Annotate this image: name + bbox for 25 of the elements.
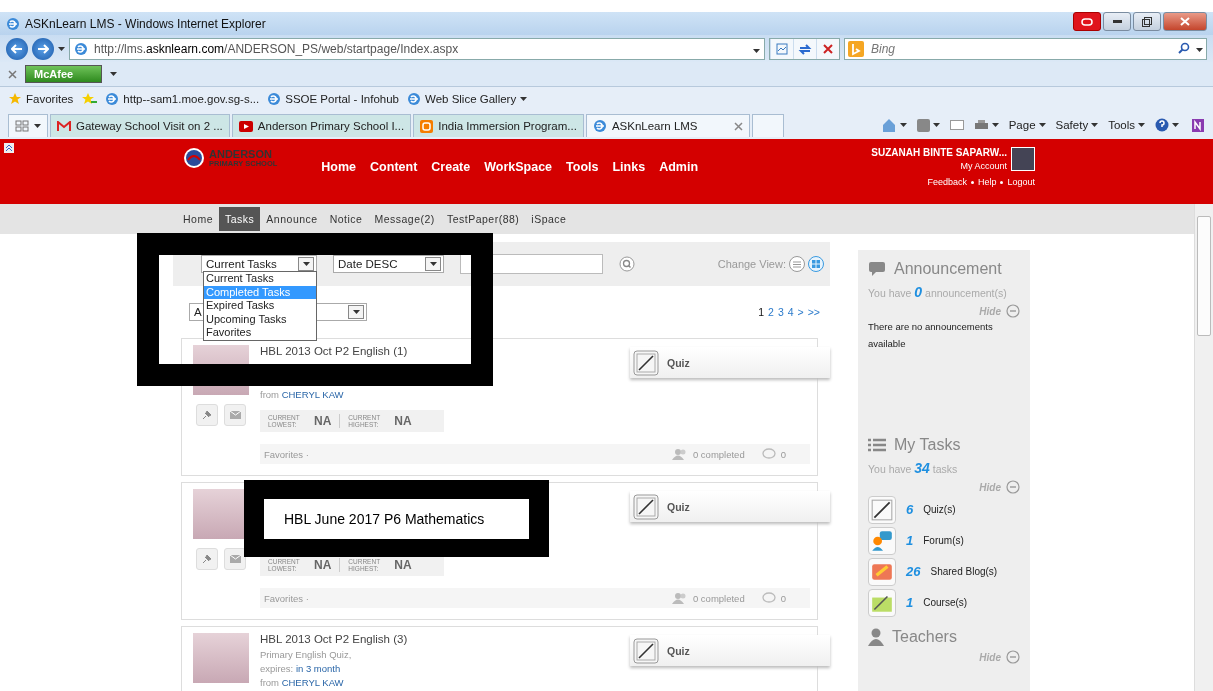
score-value: NA xyxy=(394,414,412,428)
task-description: Primary English Quiz, xyxy=(260,648,352,662)
score-value: NA xyxy=(394,558,412,572)
window-title: ASKnLearn LMS - Windows Internet Explorer xyxy=(25,16,266,31)
task-expiry: expires: in 3 month xyxy=(260,662,341,676)
tasks-summary: You have 34 tasks xyxy=(868,460,959,476)
score-value: NA xyxy=(314,558,332,572)
task-author: from CHERYL KAW xyxy=(260,388,344,402)
comment-count: 0 xyxy=(780,448,786,460)
section-title: Teachers xyxy=(892,628,957,646)
favorites-label: Favorites · xyxy=(264,592,309,604)
announcement-summary: You have 0 announcement(s) xyxy=(868,284,1008,300)
announcement-message: There are no announcements available xyxy=(868,321,993,349)
score-value: NA xyxy=(314,414,332,428)
school-name: ANDERSON xyxy=(209,148,273,159)
task-author: from CHERYL KAW xyxy=(260,676,344,690)
user-name: SUZANAH BINTE SAPARW... xyxy=(871,147,1007,158)
change-view-label: Change View: xyxy=(717,258,786,270)
section-title: Announcement xyxy=(894,260,1002,278)
completed-count: 0 completed xyxy=(692,592,745,604)
comment-count: 0 xyxy=(780,592,786,604)
section-title: My Tasks xyxy=(894,436,961,454)
completed-count: 0 completed xyxy=(692,448,745,460)
callout-text: HBL June 2017 P6 Mathematics xyxy=(264,499,529,539)
favorites-label: Favorites · xyxy=(264,448,309,460)
